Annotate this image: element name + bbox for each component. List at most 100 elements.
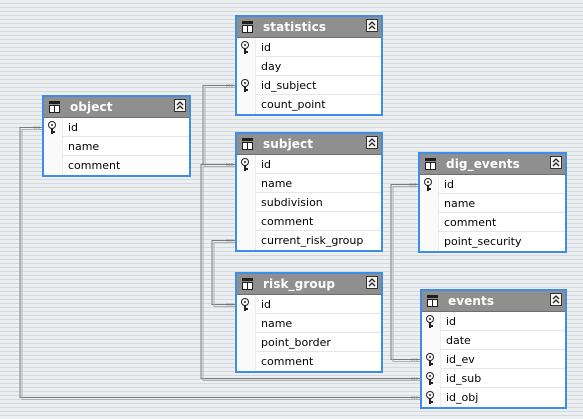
relationship-line[interactable] [202, 85, 235, 165]
field-gutter [237, 231, 256, 250]
field-gutter [420, 194, 439, 213]
double-chevron-up-icon[interactable] [550, 156, 562, 169]
field-row[interactable]: id [237, 295, 381, 314]
field-gutter [237, 76, 256, 95]
relationship-line[interactable] [211, 240, 235, 305]
table-header[interactable]: subject [237, 134, 381, 155]
database-diagram[interactable]: statistics id day id_subject count_point obje… [0, 0, 583, 419]
field-row[interactable]: subdivision [237, 193, 381, 212]
field-row[interactable]: name [44, 137, 189, 156]
table-title: statistics [263, 20, 327, 34]
field-row[interactable]: id_obj [422, 388, 565, 407]
field-name: name [255, 174, 381, 193]
field-row[interactable]: name [237, 314, 381, 333]
double-chevron-up-icon[interactable] [366, 136, 378, 149]
field-gutter [44, 118, 63, 137]
double-chevron-up-icon[interactable] [366, 276, 378, 289]
relationship-end-marker [226, 163, 233, 166]
relationship-end-marker [226, 303, 233, 306]
relationship-line-shadow [213, 242, 237, 307]
table-object[interactable]: object id name comment [42, 95, 191, 177]
field-row[interactable]: id [44, 118, 189, 137]
field-row[interactable]: day [237, 57, 381, 76]
field-name: id_subject [255, 76, 381, 95]
field-name: subdivision [255, 193, 381, 212]
key-icon [426, 353, 434, 366]
field-list: id name comment point_security [420, 175, 565, 251]
field-name: id_obj [446, 391, 479, 404]
table-header[interactable]: risk_group [237, 274, 381, 295]
table-icon [425, 158, 436, 170]
field-name: comment [255, 212, 381, 231]
field-name: id [255, 155, 381, 174]
field-row[interactable]: count_point [237, 95, 381, 114]
relationship-end-marker [409, 183, 416, 186]
relationship-line-shadow [204, 87, 237, 167]
field-row[interactable]: comment [237, 212, 381, 231]
field-gutter [237, 57, 256, 76]
double-chevron-up-icon[interactable] [174, 99, 186, 112]
field-list: id name point_bordercomment [237, 295, 381, 371]
table-header[interactable]: object [44, 97, 189, 118]
relationship-end-marker [226, 163, 233, 166]
field-row[interactable]: current_risk_group [237, 231, 381, 250]
field-name: name [255, 314, 381, 333]
field-row[interactable]: point_border [237, 333, 381, 352]
double-chevron-up-icon[interactable] [550, 293, 562, 306]
relationship-end-marker [226, 239, 233, 242]
field-row[interactable]: id [420, 175, 565, 194]
table-dig-events[interactable]: dig_events id name comment point_security [418, 152, 567, 253]
field-row[interactable]: name [237, 174, 381, 193]
field-row[interactable]: id_ev [422, 350, 565, 369]
table-events[interactable]: events id date id_ev id_sub id_obj [420, 289, 567, 409]
table-header[interactable]: dig_events [420, 154, 565, 175]
field-name: date [440, 331, 565, 350]
field-name: comment [261, 355, 314, 368]
table-icon [427, 295, 438, 307]
field-row[interactable]: point_security [420, 232, 565, 251]
field-name: day [255, 57, 381, 76]
key-icon [426, 391, 434, 404]
table-risk-group[interactable]: risk_group id name point_border comment [235, 272, 383, 373]
table-header[interactable]: statistics [237, 17, 381, 38]
field-row[interactable]: comment [237, 352, 381, 371]
field-row[interactable]: id_subject [237, 76, 381, 95]
double-chevron-up-icon[interactable] [366, 19, 378, 32]
table-title: risk_group [263, 277, 336, 291]
field-name: id [255, 295, 381, 314]
table-title: object [70, 100, 113, 114]
field-gutter [44, 137, 63, 156]
field-name: point_border [255, 333, 381, 352]
key-icon [241, 41, 249, 54]
field-gutter [237, 38, 256, 57]
field-row[interactable]: id [237, 155, 381, 174]
field-name: id [438, 175, 565, 194]
field-row[interactable]: id_sub [422, 369, 565, 388]
table-icon [242, 278, 253, 290]
table-header[interactable]: events [422, 291, 565, 312]
field-list: id date id_ev id_sub id_obj [422, 312, 565, 407]
field-row[interactable]: name [420, 194, 565, 213]
field-name: point_security [444, 235, 522, 248]
field-name: comment [68, 159, 121, 172]
table-subject[interactable]: subject id name subdivision comment current_r… [235, 132, 383, 252]
table-icon [242, 138, 253, 150]
field-gutter [237, 174, 256, 193]
field-name: name [62, 137, 189, 156]
field-gutter [422, 312, 441, 331]
table-title: dig_events [446, 157, 520, 171]
key-icon [426, 315, 434, 328]
relationship-end-marker [33, 126, 40, 129]
relationship-end-marker [411, 396, 418, 399]
field-row[interactable]: comment [44, 156, 189, 175]
field-row[interactable]: id [422, 312, 565, 331]
field-gutter [237, 95, 256, 114]
field-list: id name subdivision comment current_risk_gro… [237, 155, 381, 250]
field-row[interactable]: id [237, 38, 381, 57]
field-gutter [237, 193, 256, 212]
field-row[interactable]: comment [420, 213, 565, 232]
field-row[interactable]: date [422, 331, 565, 350]
table-statistics[interactable]: statistics id day id_subject count_point [235, 15, 383, 116]
relationship-line[interactable] [390, 184, 420, 360]
field-gutter [237, 314, 256, 333]
